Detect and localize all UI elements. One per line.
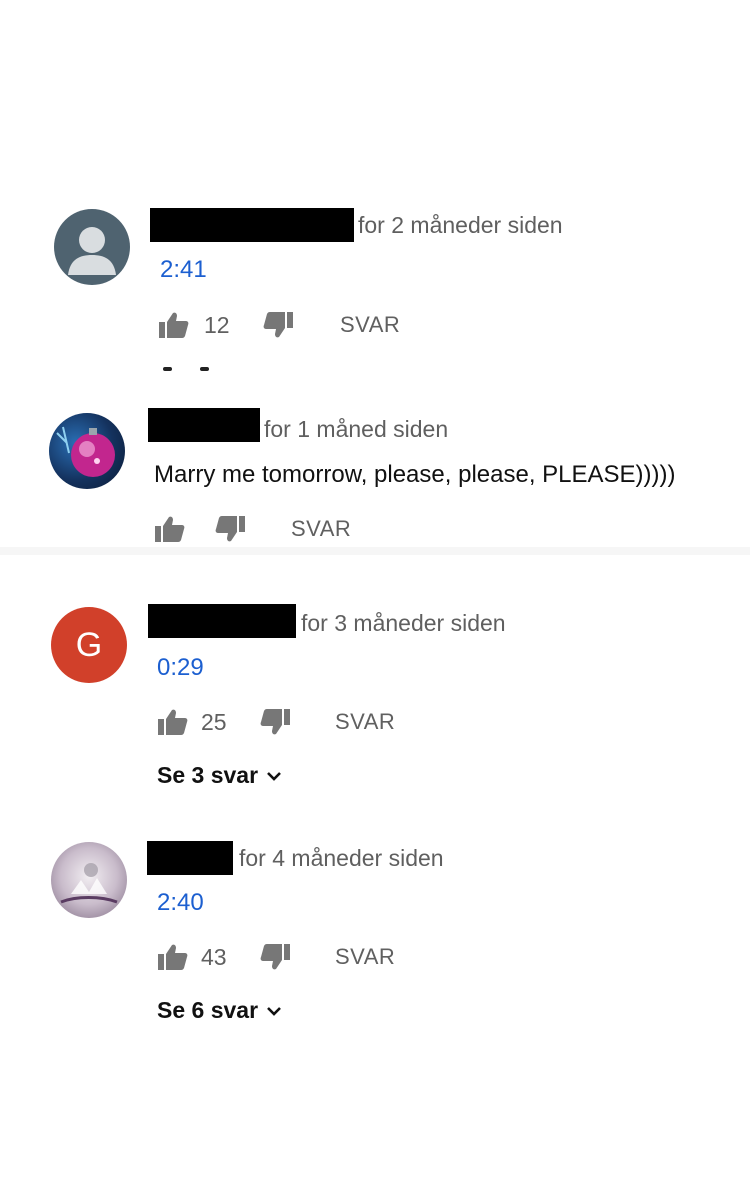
avatar-letter: G [75,625,103,664]
redacted-author-name [148,604,296,638]
thumbs-up-icon [158,944,188,970]
thumbs-up-icon [158,709,188,735]
redacted-author-name [148,408,260,442]
reply-button[interactable]: SVAR [335,702,395,742]
comment-actions: 12 SVAR [158,305,458,345]
separator-mark [200,367,209,371]
comment-time: for 2 måneder siden [358,212,563,238]
dislike-button[interactable] [259,702,291,742]
redacted-author-name [147,841,233,875]
dislike-button[interactable] [259,937,291,977]
avatar[interactable] [49,413,125,489]
thumbs-down-icon [263,312,293,338]
thumbs-down-icon [260,709,290,735]
thumbs-up-icon [159,312,189,338]
chevron-down-icon [267,771,281,781]
redacted-author-name [150,208,354,242]
thumbs-up-icon [155,516,185,542]
like-button[interactable] [154,509,186,549]
comment-time: for 1 måned siden [264,416,449,442]
comment-actions: SVAR [154,509,454,549]
dislike-button[interactable] [214,509,246,549]
default-user-icon [68,227,116,275]
dislike-button[interactable] [262,305,294,345]
crystal-photo [60,863,118,904]
view-replies-label: Se 6 svar [157,997,259,1023]
reply-label: SVAR [291,516,352,541]
reply-button[interactable]: SVAR [291,509,351,549]
section-divider [0,547,750,555]
timestamp-link[interactable]: 2:41 [160,256,207,284]
like-button[interactable]: 12 [158,305,230,345]
chevron-down-icon [267,1006,281,1016]
reply-button[interactable]: SVAR [340,305,400,345]
reply-button[interactable]: SVAR [335,937,395,977]
like-count: 43 [201,943,227,970]
reply-label: SVAR [340,312,401,337]
view-replies-button[interactable]: Se 6 svar [157,997,282,1024]
comment-time: for 3 måneder siden [301,610,506,636]
separator-mark [163,367,172,371]
thumbs-down-icon [215,516,245,542]
comment-text: Marry me tomorrow, please, please, PLEAS… [154,461,676,488]
avatar[interactable] [54,209,130,285]
view-replies-button[interactable]: Se 3 svar [157,762,282,789]
comment-actions: 25 SVAR [157,702,457,742]
avatar[interactable]: G [51,607,127,683]
like-count: 12 [204,311,230,338]
timestamp-link[interactable]: 0:29 [157,654,204,682]
like-button[interactable]: 25 [157,702,227,742]
timestamp-link[interactable]: 2:40 [157,889,204,917]
like-button[interactable]: 43 [157,937,227,977]
reply-label: SVAR [335,709,396,734]
view-replies-label: Se 3 svar [157,762,259,788]
avatar[interactable] [51,842,127,918]
thumbs-down-icon [260,944,290,970]
like-count: 25 [201,708,227,735]
comment-actions: 43 SVAR [157,937,457,977]
christmas-ornament-photo [56,426,115,477]
comment-time: for 4 måneder siden [239,845,444,871]
reply-label: SVAR [335,944,396,969]
